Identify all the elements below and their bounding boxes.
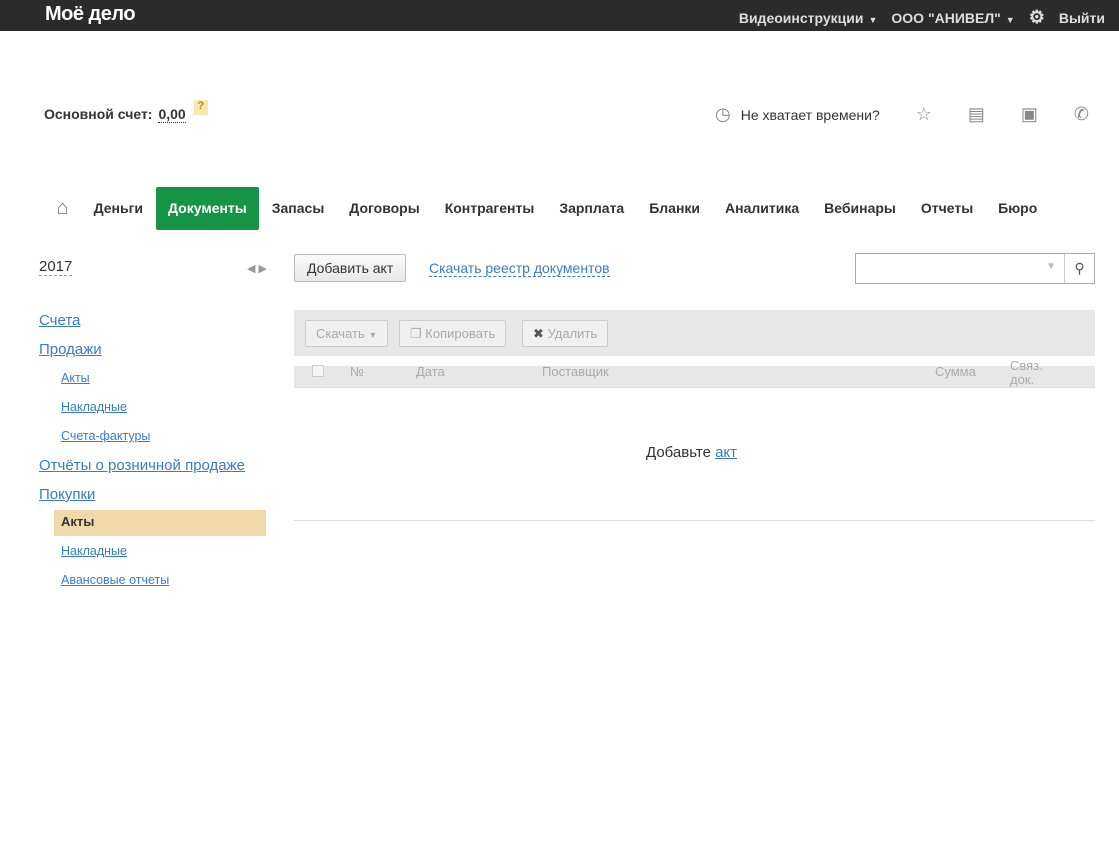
phone-icon[interactable]: ✆: [1074, 104, 1089, 125]
nav-reports[interactable]: Отчеты: [908, 187, 985, 230]
col-linked-1: Связ.: [1010, 358, 1043, 373]
copy-label: Копировать: [425, 326, 496, 341]
divider: [294, 520, 1095, 521]
home-icon[interactable]: ⌂: [44, 187, 81, 230]
sidebar-retail-reports[interactable]: Отчёты о розничной продаже: [39, 457, 245, 474]
empty-message: Добавьте акт: [646, 444, 737, 461]
chevron-down-icon: ▼: [1005, 14, 1015, 25]
video-label: Видеоинструкции: [738, 9, 864, 26]
sidebar-purchases[interactable]: Покупки: [39, 486, 95, 503]
account-label: Основной счет:: [44, 106, 153, 122]
chat-icon[interactable]: ▤: [968, 104, 985, 125]
chevron-down-icon: ▼: [368, 330, 378, 340]
sidebar-sales-invoices[interactable]: Счета-фактуры: [61, 429, 150, 443]
search-icon[interactable]: ⚲: [1064, 254, 1094, 283]
year-arrows[interactable]: ◀ ▶: [247, 262, 267, 275]
download-button[interactable]: Скачать ▼: [305, 320, 389, 347]
add-act-button[interactable]: Добавить акт: [294, 254, 407, 282]
account-balance: Основной счет: 0,00?: [44, 100, 208, 123]
sidebar-invoices[interactable]: Счета: [39, 312, 80, 329]
col-supplier[interactable]: Поставщик: [542, 364, 609, 379]
main-nav: ⌂ Деньги Документы Запасы Договоры Контр…: [44, 187, 1050, 230]
sidebar-sales-waybills[interactable]: Накладные: [61, 400, 127, 414]
delete-button[interactable]: ✖ Удалить: [522, 320, 609, 347]
close-icon: ✖: [533, 326, 544, 341]
logo[interactable]: Моё дело: [45, 3, 136, 26]
chevron-down-icon: ▼: [868, 14, 878, 25]
top-bar: Моё дело Видеоинструкции ▼ ООО "АНИВЕЛ" ▼ …: [0, 0, 1119, 31]
col-number[interactable]: №: [350, 364, 364, 379]
nav-webinars[interactable]: Вебинары: [812, 187, 909, 230]
nav-contractors[interactable]: Контрагенты: [432, 187, 547, 230]
sidebar-advance-reports[interactable]: Авансовые отчеты: [61, 573, 169, 587]
select-all-checkbox[interactable]: [312, 365, 324, 377]
nav-bureau[interactable]: Бюро: [986, 187, 1050, 230]
col-sum[interactable]: Сумма: [935, 364, 976, 379]
nav-contracts[interactable]: Договоры: [337, 187, 432, 230]
time-link[interactable]: Не хватает времени?: [741, 107, 880, 123]
search-input[interactable]: ▼ ⚲: [855, 253, 1095, 284]
download-label: Скачать: [316, 326, 365, 341]
add-act-link[interactable]: акт: [715, 444, 737, 461]
download-registry-link[interactable]: Скачать реестр документов: [429, 260, 610, 277]
nav-documents[interactable]: Документы: [155, 187, 260, 230]
nav-analytics[interactable]: Аналитика: [713, 187, 812, 230]
nav-stock[interactable]: Запасы: [259, 187, 337, 230]
video-menu[interactable]: Видеоинструкции ▼: [739, 10, 878, 26]
star-icon[interactable]: ☆: [916, 104, 932, 125]
help-icon[interactable]: ?: [193, 100, 208, 115]
col-date[interactable]: Дата: [416, 364, 445, 379]
account-value[interactable]: 0,00: [158, 106, 186, 123]
copy-icon: ❐: [410, 326, 422, 341]
org-menu[interactable]: ООО "АНИВЕЛ" ▼: [891, 10, 1014, 26]
nav-salary[interactable]: Зарплата: [547, 187, 637, 230]
clock-icon[interactable]: ◷: [715, 104, 731, 125]
table-header: № Дата Поставщик Сумма Связ. док.: [294, 356, 1095, 388]
nav-forms[interactable]: Бланки: [637, 187, 713, 230]
contact-card-icon[interactable]: ▣: [1021, 104, 1038, 125]
chevron-down-icon[interactable]: ▼: [1046, 261, 1056, 272]
sidebar-sales[interactable]: Продажи: [39, 341, 102, 358]
org-label: ООО "АНИВЕЛ": [891, 9, 1001, 26]
table-toolbar: Скачать ▼ ❐ Копировать ✖ Удалить: [294, 310, 1095, 356]
year-selector[interactable]: 2017: [39, 258, 73, 276]
col-linked-2: док.: [1010, 372, 1035, 387]
sidebar: 2017 ◀ ▶ Счета Продажи Акты Накладные Сч…: [39, 258, 267, 587]
sidebar-sales-acts[interactable]: Акты: [61, 371, 90, 385]
sidebar-purchases-waybills[interactable]: Накладные: [61, 544, 127, 558]
gear-icon[interactable]: ⚙: [1029, 7, 1045, 28]
sidebar-purchases-acts[interactable]: Акты: [54, 510, 266, 536]
logout-link[interactable]: Выйти: [1059, 10, 1105, 26]
nav-money[interactable]: Деньги: [81, 187, 155, 230]
delete-label: Удалить: [547, 326, 598, 341]
copy-button[interactable]: ❐ Копировать: [399, 320, 507, 347]
empty-text: Добавьте: [646, 444, 711, 461]
